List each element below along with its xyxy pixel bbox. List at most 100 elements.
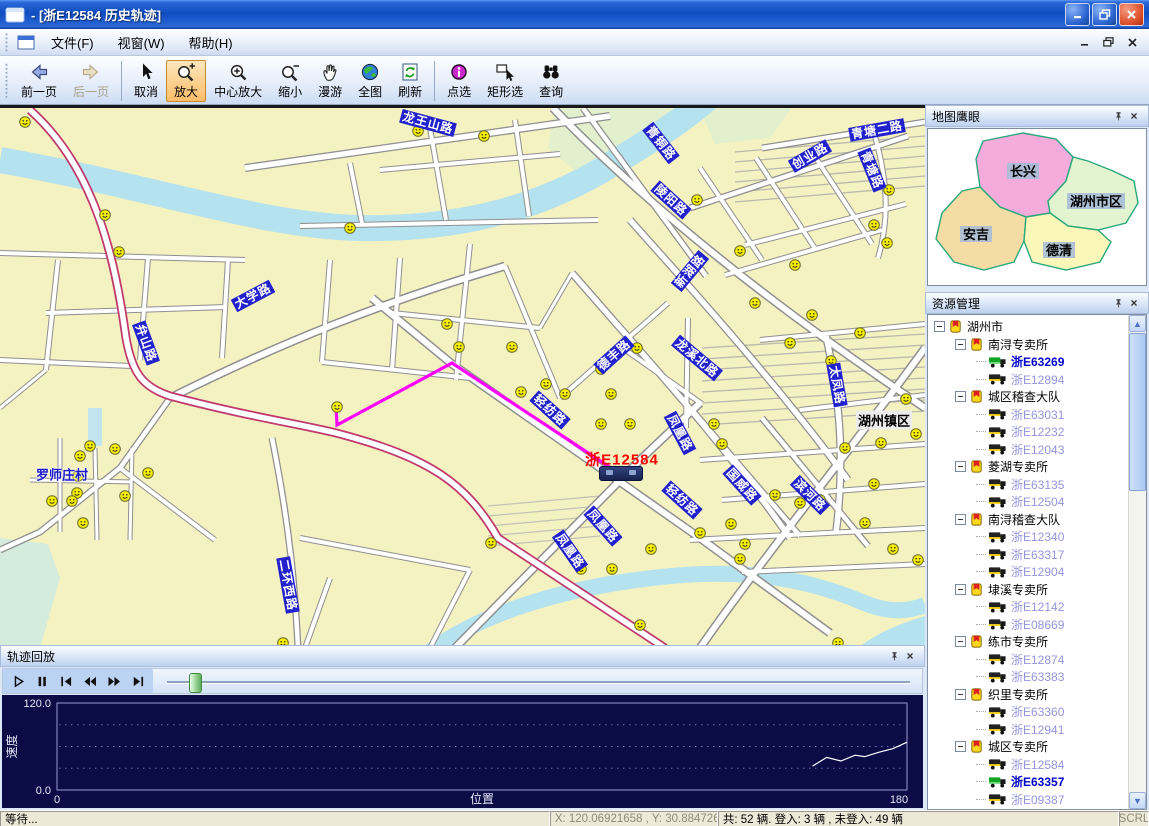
vehicle-smiley-marker[interactable] [709, 419, 720, 430]
tree-node-group-4[interactable]: 埭溪专卖所 [930, 581, 1128, 599]
toolbar-button-zoom-center[interactable]: 中心放大 [206, 60, 270, 102]
slider-groove[interactable] [167, 681, 910, 684]
toolbar-button-pan-hand[interactable]: 漫游 [310, 60, 350, 102]
vehicle-smiley-marker[interactable] [740, 539, 751, 550]
vehicle-smiley-marker[interactable] [332, 402, 343, 413]
tree-node-vehicle-浙E12232[interactable]: 浙E12232 [930, 423, 1128, 441]
tree-node-vehicle-浙E63317[interactable]: 浙E63317 [930, 546, 1128, 564]
vehicle-smiley-marker[interactable] [607, 564, 618, 575]
vehicle-smiley-marker[interactable] [869, 220, 880, 231]
close-button[interactable] [1119, 3, 1144, 26]
tree-expand-icon[interactable] [955, 391, 966, 402]
tree-node-vehicle-浙E63031[interactable]: 浙E63031 [930, 406, 1128, 424]
step-start-button[interactable] [54, 671, 78, 692]
close-icon[interactable]: × [1126, 296, 1142, 311]
tree-expand-icon[interactable] [955, 514, 966, 525]
tree-node-vehicle-浙E63269[interactable]: 浙E63269 [930, 353, 1128, 371]
vehicle-smiley-marker[interactable] [20, 117, 31, 128]
vehicle-smiley-marker[interactable] [833, 638, 844, 645]
vehicle-smiley-marker[interactable] [479, 131, 490, 142]
vehicle-smiley-marker[interactable] [78, 518, 89, 529]
vehicle-smiley-marker[interactable] [454, 342, 465, 353]
minimize-button[interactable] [1065, 3, 1090, 26]
toolbar-button-binoculars[interactable]: 查询 [531, 60, 571, 102]
tree-node-group-1[interactable]: 城区稽查大队 [930, 388, 1128, 406]
vehicle-smiley-marker[interactable] [750, 298, 761, 309]
toolbar-button-info-select[interactable]: 点选 [439, 60, 479, 102]
vehicle-smiley-marker[interactable] [278, 638, 289, 645]
tree-node-vehicle-浙E12584[interactable]: 浙E12584 [930, 756, 1128, 774]
toolbar-button-cursor[interactable]: 取消 [126, 60, 166, 102]
vehicle-smiley-marker[interactable] [596, 419, 607, 430]
tree-expand-icon[interactable] [955, 689, 966, 700]
step-end-button[interactable] [126, 671, 150, 692]
tree-node-vehicle-浙E12904[interactable]: 浙E12904 [930, 563, 1128, 581]
play-button[interactable] [6, 671, 30, 692]
vehicle-smiley-marker[interactable] [100, 210, 111, 221]
pushpin-icon[interactable] [1110, 109, 1126, 124]
vehicle-smiley-marker[interactable] [735, 246, 746, 257]
vehicle-smiley-marker[interactable] [75, 451, 86, 462]
vehicle-smiley-marker[interactable] [735, 554, 746, 565]
vehicle-smiley-marker[interactable] [67, 496, 78, 507]
tree-node-group-5[interactable]: 练市专卖所 [930, 633, 1128, 651]
tree-expand-icon[interactable] [955, 584, 966, 595]
vehicle-smiley-marker[interactable] [646, 544, 657, 555]
pushpin-icon[interactable] [886, 649, 902, 664]
rewind-button[interactable] [78, 671, 102, 692]
toolbar-button-globe[interactable]: 全图 [350, 60, 390, 102]
vehicle-smiley-marker[interactable] [486, 538, 497, 549]
tree-node-vehicle-浙E08669[interactable]: 浙E08669 [930, 616, 1128, 634]
map-canvas[interactable]: 龙王山路青塘二路青塘路创业路青铜路陵阳路新湖路大学路弁山路德丰路龙溪北路轻纺路太… [0, 105, 925, 645]
toolbar-button-rect-select[interactable]: 矩形选 [479, 60, 531, 102]
tree-expand-icon[interactable] [955, 461, 966, 472]
close-icon[interactable]: × [902, 649, 918, 664]
close-icon[interactable]: × [1126, 109, 1142, 124]
tree-node-vehicle-浙E12142[interactable]: 浙E12142 [930, 598, 1128, 616]
document-window-icon[interactable] [17, 35, 35, 50]
vehicle-smiley-marker[interactable] [516, 387, 527, 398]
vehicle-smiley-marker[interactable] [85, 441, 96, 452]
vehicle-smiley-marker[interactable] [114, 247, 125, 258]
vehicle-smiley-marker[interactable] [625, 419, 636, 430]
toolbar-button-arrow-right[interactable]: 后一页 [65, 60, 117, 102]
menu-item-0[interactable]: 文件(F) [39, 29, 106, 56]
restore-button[interactable] [1092, 3, 1117, 26]
tree-node-group-7[interactable]: 城区专卖所 [930, 738, 1128, 756]
pause-button[interactable] [30, 671, 54, 692]
eagle-eye-map[interactable]: 长兴湖州市区安吉德清 [927, 128, 1147, 286]
vehicle-smiley-marker[interactable] [635, 620, 646, 631]
tree-expand-icon[interactable] [955, 339, 966, 350]
tree-node-vehicle-浙E12874[interactable]: 浙E12874 [930, 651, 1128, 669]
menu-item-1[interactable]: 视窗(W) [106, 29, 177, 56]
scroll-up-icon[interactable]: ▲ [1129, 315, 1146, 332]
tree-node-city[interactable]: 湖州市 [930, 318, 1128, 336]
vehicle-smiley-marker[interactable] [541, 379, 552, 390]
vehicle-smiley-marker[interactable] [143, 468, 154, 479]
vehicle-smiley-marker[interactable] [876, 438, 887, 449]
slider-thumb[interactable] [189, 673, 202, 693]
vehicle-smiley-marker[interactable] [507, 342, 518, 353]
vehicle-smiley-marker[interactable] [606, 389, 617, 400]
tree-node-vehicle-浙E12894[interactable]: 浙E12894 [930, 371, 1128, 389]
toolbar-button-zoom-out[interactable]: 缩小 [270, 60, 310, 102]
playback-slider[interactable] [167, 669, 910, 693]
vehicle-smiley-marker[interactable] [869, 479, 880, 490]
tree-scrollbar[interactable]: ▲ ▼ [1128, 315, 1146, 809]
vehicle-smiley-marker[interactable] [790, 260, 801, 271]
vehicle-smiley-marker[interactable] [110, 444, 121, 455]
tree-node-vehicle-浙E63135[interactable]: 浙E63135 [930, 476, 1128, 494]
tree-node-vehicle-浙E12043[interactable]: 浙E12043 [930, 441, 1128, 459]
menu-item-2[interactable]: 帮助(H) [177, 29, 245, 56]
vehicle-smiley-marker[interactable] [785, 338, 796, 349]
vehicle-smiley-marker[interactable] [807, 310, 818, 321]
scroll-down-icon[interactable]: ▼ [1129, 792, 1146, 809]
tree-node-group-0[interactable]: 南浔专卖所 [930, 336, 1128, 354]
vehicle-smiley-marker[interactable] [913, 555, 924, 566]
vehicle-smiley-marker[interactable] [770, 490, 781, 501]
mdi-minimize-button[interactable] [1077, 36, 1091, 48]
tree-node-vehicle-浙E63383[interactable]: 浙E63383 [930, 668, 1128, 686]
vehicle-smiley-marker[interactable] [47, 496, 58, 507]
vehicle-smiley-marker[interactable] [901, 394, 912, 405]
toolbar-grip[interactable] [4, 62, 9, 100]
